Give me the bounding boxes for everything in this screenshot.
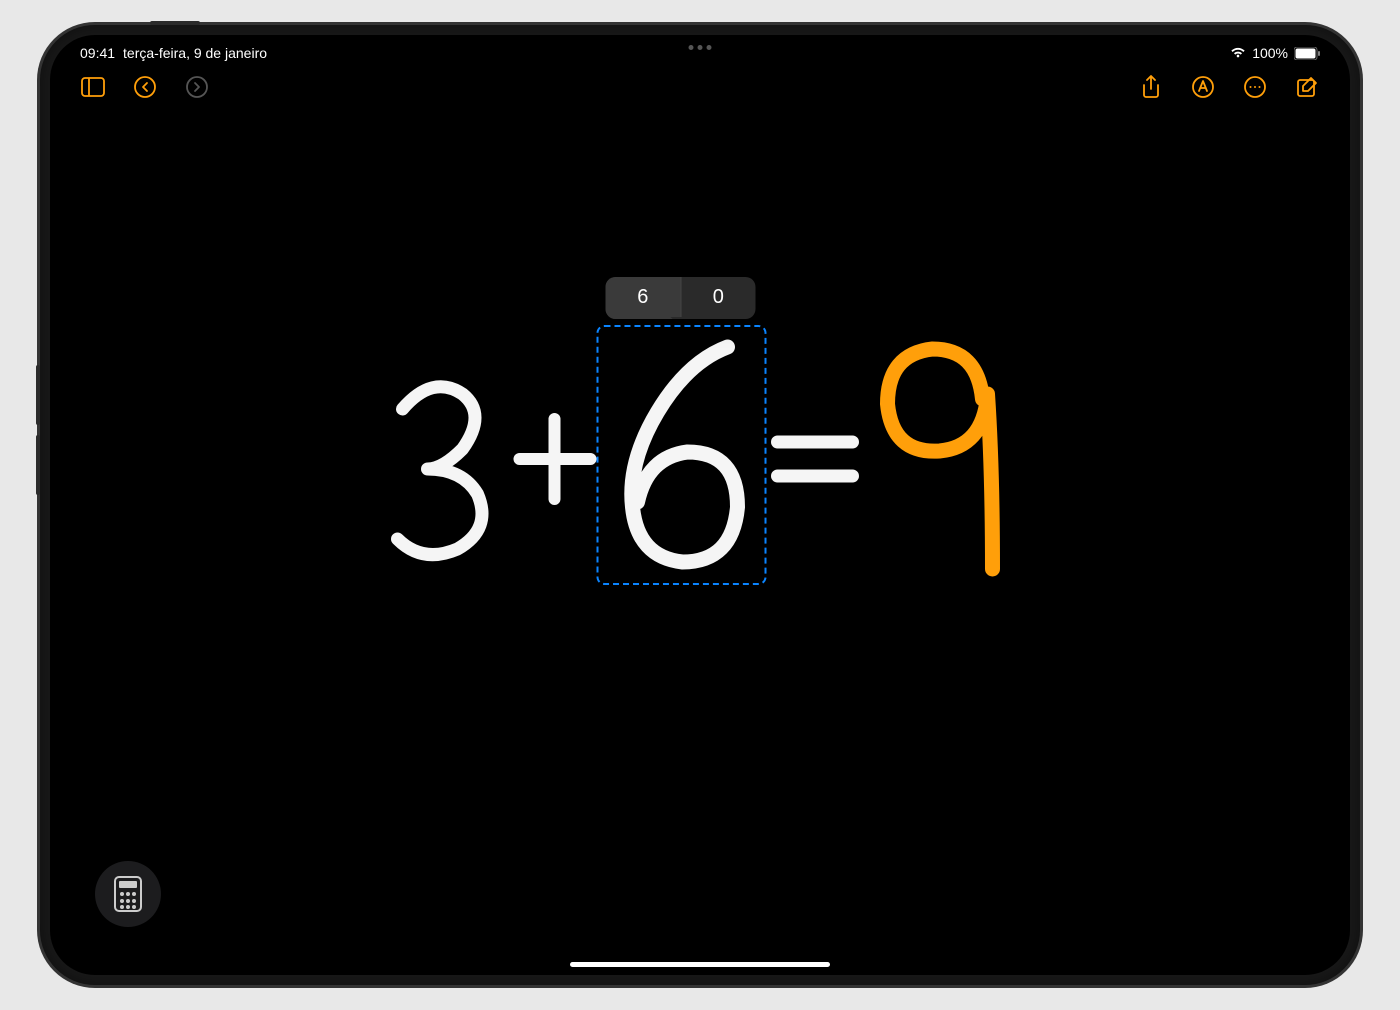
calculator-mode-button[interactable] [95, 861, 161, 927]
handwritten-digit-3 [373, 344, 508, 574]
selected-character-container[interactable]: 6 0 [603, 337, 763, 582]
ipad-power-button [150, 21, 200, 25]
sidebar-toggle-button[interactable] [80, 74, 106, 100]
character-suggestion-popup: 6 0 [606, 277, 756, 319]
suggestion-option-1[interactable]: 6 [606, 277, 682, 319]
undo-button[interactable] [132, 74, 158, 100]
home-indicator[interactable] [570, 962, 830, 967]
multitask-control[interactable] [689, 45, 712, 50]
ipad-device-frame: 09:41 terça-feira, 9 de janeiro 100% [40, 25, 1360, 985]
handwritten-digit-6 [603, 337, 763, 577]
status-right: 100% [1230, 44, 1320, 63]
handwritten-equation: 6 0 [373, 329, 1028, 589]
redo-button [184, 74, 210, 100]
battery-icon [1294, 47, 1320, 60]
handwritten-plus [508, 399, 603, 519]
screen: 09:41 terça-feira, 9 de janeiro 100% [50, 35, 1350, 975]
status-date: terça-feira, 9 de janeiro [123, 45, 267, 61]
new-note-button[interactable] [1294, 74, 1320, 100]
status-time: 09:41 [80, 45, 115, 61]
status-bar: 09:41 terça-feira, 9 de janeiro 100% [50, 35, 1350, 65]
ipad-volume-down [36, 435, 40, 495]
share-button[interactable] [1138, 74, 1164, 100]
battery-percent: 100% [1252, 45, 1288, 61]
suggestion-option-2[interactable]: 0 [681, 277, 756, 319]
handwritten-equals [763, 409, 868, 509]
status-left: 09:41 terça-feira, 9 de janeiro [80, 45, 267, 61]
wifi-icon [1230, 44, 1246, 63]
result-digit-9 [868, 329, 1028, 589]
drawing-canvas[interactable]: 6 0 [50, 109, 1350, 919]
ipad-volume-up [36, 365, 40, 425]
markup-button[interactable] [1190, 74, 1216, 100]
calculator-icon [114, 876, 142, 912]
more-button[interactable] [1242, 74, 1268, 100]
app-toolbar [50, 65, 1350, 109]
